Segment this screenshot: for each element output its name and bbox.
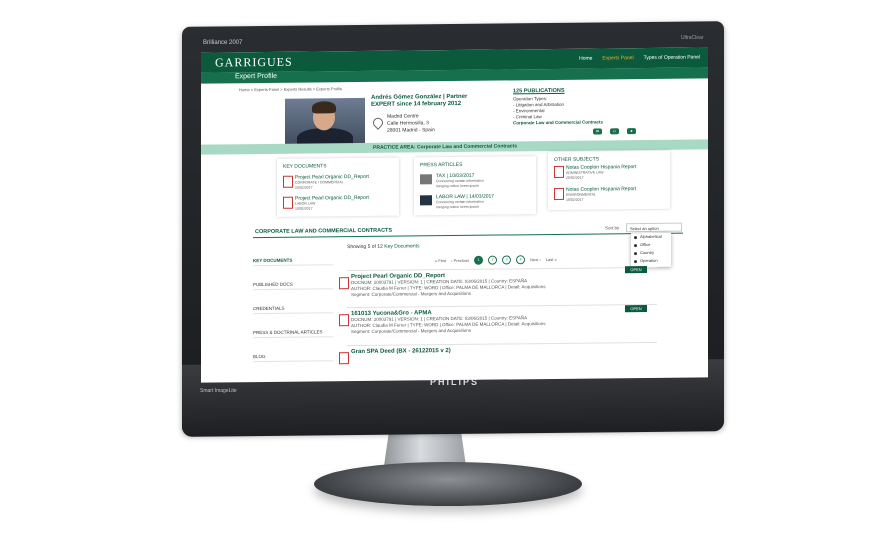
list-item[interactable]: Notas Cooplon Hispania Report ENVIRONMENT…: [554, 186, 636, 203]
location-pin-icon: [370, 115, 386, 130]
pdf-icon: [554, 165, 564, 178]
key-documents-card: KEY DOCUMENTS Project Pearl Organic DD_R…: [277, 157, 399, 217]
expert-since: EXPERT since 14 february 2012: [371, 100, 462, 108]
monitor-model-label: Brilliance 2007: [203, 40, 243, 46]
pdf-icon: [339, 314, 349, 327]
item-text: merging notice lorem ipsum: [436, 204, 479, 210]
email-icon[interactable]: ✉: [593, 128, 602, 135]
monitor-feature-label: UltraClear: [681, 35, 704, 41]
sidebar-item-credentials[interactable]: CREDENTIALS: [253, 305, 333, 315]
section-title: CORPORATE LAW AND COMMERCIAL CONTRACTS: [255, 227, 393, 236]
address-line: 28001 Madrid - Spain: [387, 127, 435, 134]
pager-previous[interactable]: ‹ Previous: [451, 258, 469, 263]
list-item[interactable]: Notas Cooplon Hispania Report ADMINISTRAT…: [554, 164, 636, 181]
breadcrumb[interactable]: Home > Experts Panel > Experts Results >…: [239, 86, 342, 92]
pager-page[interactable]: 4: [516, 255, 526, 265]
item-date: 10/02/2017: [566, 197, 584, 202]
sort-dropdown-menu: Alphabetical Office Country Operation: [631, 232, 671, 268]
table-row: 161013 Yucona&Gro - APMA DOCNUM: 2000379…: [339, 308, 641, 335]
pagination: « First ‹ Previous 1 2 3 4 Next › Last »: [435, 255, 557, 265]
item-date: 25/02/2017: [295, 185, 313, 190]
sidebar-item-press-articles[interactable]: PRESS & DOCTRINAL ARTICLES: [253, 329, 333, 339]
product-photo: Brilliance 2007 UltraClear PHILIPS Smart…: [0, 0, 882, 557]
op-type-active: Corporate Law and Commercial Contracts: [513, 119, 604, 126]
table-row: Project Pearl Organic DD_Report DOCNUM: …: [339, 271, 641, 298]
monitor-base: [314, 462, 582, 506]
share-icon[interactable]: ●: [627, 128, 636, 135]
article-thumbnail: [420, 195, 432, 206]
list-item[interactable]: Project Pearl Organic DD_Report CORPORATE…: [283, 174, 369, 191]
site-logo[interactable]: GARRIGUES: [215, 55, 293, 71]
photo-hair: [312, 101, 336, 114]
expert-name: Andrés Gómez González | Partner: [371, 93, 468, 101]
pdf-icon: [339, 277, 349, 290]
pdf-icon: [283, 196, 293, 209]
showing-link[interactable]: Key Documents: [384, 243, 419, 249]
section-sidebar: KEY DOCUMENTS PUBLISHED DOCS CREDENTIALS…: [253, 257, 343, 363]
nav-experts-panel[interactable]: Experts Panel: [602, 55, 633, 61]
nav-types-of-operation[interactable]: Types of Operation Panel: [644, 54, 700, 61]
showing-text: Showing 5 of 12: [347, 243, 383, 251]
other-subjects-card: OTHER SUBJECTS Notas Cooplon Hispania Re…: [548, 150, 670, 211]
card-title: OTHER SUBJECTS: [554, 156, 600, 163]
item-text: merging notice lorem ipsum: [436, 183, 479, 189]
item-date: 25/02/2017: [566, 175, 584, 180]
operation-types: Operation Types: - Litigation and Arbitr…: [513, 95, 603, 126]
pager-page[interactable]: 1: [474, 255, 484, 265]
pager-next[interactable]: Next ›: [530, 257, 541, 262]
nav-home[interactable]: Home: [579, 56, 592, 62]
top-nav: Home Experts Panel Types of Operation Pa…: [579, 54, 700, 61]
card-title: PRESS ARTICLES: [420, 161, 463, 169]
publications-link[interactable]: 125 PUBLICATIONS: [513, 88, 565, 95]
contact-icons: ✉ ▭ ●: [593, 128, 636, 135]
pager-page[interactable]: 3: [502, 255, 512, 265]
item-date: 10/02/2017: [295, 206, 313, 211]
open-button[interactable]: OPEN: [625, 304, 647, 313]
table-row: Gran SPA Deed (BX - 26122015 v 2): [339, 346, 641, 365]
pager-first[interactable]: « First: [435, 258, 446, 263]
sort-select[interactable]: Select an option: [626, 222, 682, 233]
practice-area: PRACTICE AREA: Corporate Law and Commerc…: [373, 143, 518, 151]
pdf-icon: [283, 175, 293, 188]
card-title: KEY DOCUMENTS: [283, 163, 327, 170]
results-count: Showing 5 of 12 Key Documents: [347, 243, 420, 250]
pdf-icon: [339, 352, 349, 365]
article-thumbnail: [420, 174, 432, 185]
sort-option[interactable]: Operation: [631, 257, 671, 265]
sidebar-item-blog[interactable]: BLOG: [253, 353, 333, 363]
monitor-chin-left-label: Smart ImageLite: [200, 388, 237, 394]
pager-last[interactable]: Last »: [546, 257, 557, 262]
expert-photo: [285, 97, 365, 149]
monitor-screen: GARRIGUES Home Experts Panel Types of Op…: [201, 47, 708, 383]
pdf-icon: [554, 187, 564, 200]
open-button[interactable]: OPEN: [625, 265, 647, 274]
chat-icon[interactable]: ▭: [610, 128, 619, 135]
sort-label: Sort by: [605, 225, 620, 231]
sidebar-item-key-documents[interactable]: KEY DOCUMENTS: [253, 257, 333, 267]
press-articles-card: PRESS ARTICLES TAX | 10/03/2017 Concernin…: [414, 156, 536, 216]
sidebar-item-published-docs[interactable]: PUBLISHED DOCS: [253, 281, 333, 291]
page-title: Expert Profile: [235, 72, 278, 81]
list-item[interactable]: LABOR LAW | 14/03/2017 Concerning certain…: [420, 194, 494, 211]
list-item[interactable]: Project Pearl Organic DD_Report LABOR LAW…: [283, 195, 369, 212]
result-title[interactable]: Gran SPA Deed (BX - 26122015 v 2): [351, 346, 641, 355]
list-item[interactable]: TAX | 10/03/2017 Concerning certain infor…: [420, 173, 484, 190]
pager-page[interactable]: 2: [488, 255, 498, 265]
expert-address: Madrid Centre Calle Hermosilla, 3 28001 …: [387, 113, 435, 135]
